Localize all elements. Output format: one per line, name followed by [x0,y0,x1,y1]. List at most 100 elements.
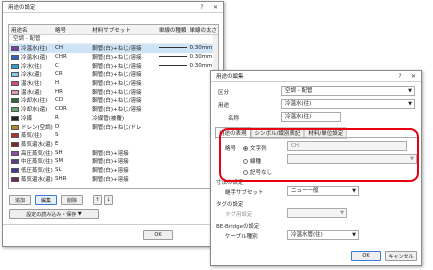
row-code: CHR [54,54,67,61]
row-code: R [54,114,59,121]
edit-close-icon[interactable]: ✕ [406,71,421,81]
color-swatch [11,176,19,182]
load-save-button[interactable]: 設定の読み込み・保存 ▼ [9,209,99,219]
table-row[interactable]: 低圧蒸気(往) SL 鋼管(白)+溶接 [9,166,218,175]
row-material: 鋼管(白)+ねじ/溶接 [92,55,142,62]
table-row[interactable]: 中圧蒸気(往) SM 鋼管(白)+溶接 [9,157,218,166]
table-row[interactable]: 冷水(還) CR 鋼管(白)+ねじ/溶接 [9,70,218,79]
move-down-icon[interactable]: ↓ [104,195,113,205]
chevron-down-icon: ▼ [340,210,344,216]
edit-button[interactable]: 編集 [35,195,57,205]
color-swatch [11,55,19,61]
row-code: HR [54,88,63,95]
row-code: SM [54,158,64,165]
col-material[interactable]: 材料サブセット [90,26,157,34]
youto-value: 冷温水(往) [285,101,312,107]
color-swatch [11,46,19,52]
close-icon[interactable]: ✕ [208,2,223,12]
row-name-text: 蒸気還水(還) [21,176,53,183]
table-row[interactable]: 冷温水(還) CHR 鋼管(白)+ねじ/溶接 0.30mm [9,53,218,62]
table-row[interactable]: 蒸気還水(還) SHR 鋼管(白)+溶接 [9,174,218,183]
row-name-text: 中圧蒸気(往) [21,159,53,166]
name-label: 名称 [228,116,240,122]
row-name: 低圧蒸気(往) [9,166,53,174]
table-row[interactable]: 冷却水(往) CD 鋼管(白)+ねじ/溶接 [9,96,218,105]
tag-setting-label: タグ用設定 [225,212,253,218]
row-material: 鋼管(白)+溶接 [92,176,129,183]
kubun-select[interactable]: 空調 - 配管 ▼ [281,86,415,96]
table-row[interactable]: 蒸気(往) S [9,131,218,140]
col-code[interactable]: 略号 [53,26,90,34]
color-swatch [11,63,19,69]
row-material: 鋼管(白)+溶接 [92,159,129,166]
name-field[interactable]: 冷温水(往) [281,112,341,122]
row-linetype [157,45,188,51]
row-name: 冷水(往) [9,62,53,70]
row-code: S [54,132,59,139]
row-name: 温水(還) [9,88,53,96]
row-name-text: 冷温水(還) [21,55,48,62]
row-name-text: 温水(還) [21,89,42,96]
color-swatch [11,150,19,156]
row-name-text: 低圧蒸気(往) [21,167,53,174]
use-table: 用途名 略号 材料サブセット 単線の種類 単線の太さ 空調 - 配管 冷温水(往… [8,24,219,189]
color-swatch [11,98,19,104]
edit-title-bar: 用途の編集 ? ✕ [211,71,421,82]
cable-type-select[interactable]: 冷温水管(往) ▼ [287,230,359,240]
edit-help-icon[interactable]: ? [394,71,406,81]
group-header[interactable]: 空調 - 配管 [9,35,218,44]
row-name-text: 冷水(還) [21,72,42,79]
row-code: C [54,62,59,69]
ok-button[interactable]: OK [351,251,381,261]
cancel-button[interactable]: キャンセル [385,251,417,261]
row-name: 温水(往) [9,79,53,87]
row-code: SHR [54,175,67,182]
row-material: 鋼管(白)+ねじ/ドレ [92,124,142,131]
table-row[interactable]: 高圧蒸気(往) SH 鋼管(白)+溶接 [9,148,218,157]
row-code: SL [54,166,62,173]
color-swatch [11,159,19,165]
color-swatch [11,115,19,121]
table-row[interactable]: 蒸気還水(還) E [9,140,218,149]
be-bridge-section-title: BE-Bridgeの設定 [216,224,260,230]
row-linetype [157,54,188,60]
tag-setting-select[interactable]: ▼ [287,208,347,218]
row-name: ドレン(空調) [9,123,53,131]
main-ok-button[interactable]: OK [143,230,173,240]
color-swatch [11,124,19,130]
table-row[interactable]: 冷却水(還) CDR 鋼管(白)+ねじ/溶接 [9,105,218,114]
row-name-text: 蒸気(往) [21,133,42,140]
move-up-icon[interactable]: ↑ [93,195,102,205]
row-material: 冷媒管(被覆) [92,115,125,122]
table-row[interactable]: 冷温水(往) CH 鋼管(白)+ねじ/溶接 0.30mm [9,44,218,53]
row-name-text: 冷温水(往) [21,46,48,53]
row-material: 鋼管(白)+溶接 [92,150,129,157]
row-material: 鋼管(白)+ねじ/溶接 [92,81,142,88]
help-icon[interactable]: ? [196,2,208,12]
table-row[interactable]: 温水(往) H 鋼管(白)+ねじ/溶接 [9,79,218,88]
fitting-subset-select[interactable]: ニュー一般 ▼ [287,186,359,196]
color-swatch [11,107,19,113]
youto-select[interactable]: 冷温水(往) ▼ [281,99,415,109]
cable-type-label: ケーブル種別 [225,234,258,240]
chevron-down-icon: ▼ [408,88,412,94]
table-row[interactable]: 冷媒 R 冷媒管(被覆) [9,114,218,123]
col-lineweight[interactable]: 単線の太さ [187,26,218,34]
row-name-text: 冷却水(往) [21,98,48,105]
row-material: 鋼管(白)+ねじ/溶接 [92,63,142,70]
col-linetype[interactable]: 単線の種類 [157,26,188,34]
row-material: 鋼管(白)+ねじ/溶接 [92,98,142,105]
color-swatch [11,167,19,173]
table-row[interactable]: 温水(還) HR 鋼管(白)+ねじ/溶接 [9,87,218,96]
fitting-subset-label: 継手サブセット [225,190,264,196]
add-button[interactable]: 追加 [9,195,31,205]
col-name[interactable]: 用途名 [9,26,53,34]
table-row[interactable]: 冷水(往) C 鋼管(白)+ねじ/溶接 0.30mm [9,61,218,70]
row-code: E [54,140,59,147]
load-save-label: 設定の読み込み・保存 [26,211,77,218]
delete-button[interactable]: 削除 [61,195,83,205]
row-material: 鋼管(白)+溶接 [92,167,129,174]
row-name-text: 温水(往) [21,81,42,88]
table-row[interactable]: ドレン(空調) D 鋼管(白)+ねじ/ドレ [9,122,218,131]
row-material: 鋼管(白)+ねじ/溶接 [92,72,142,79]
